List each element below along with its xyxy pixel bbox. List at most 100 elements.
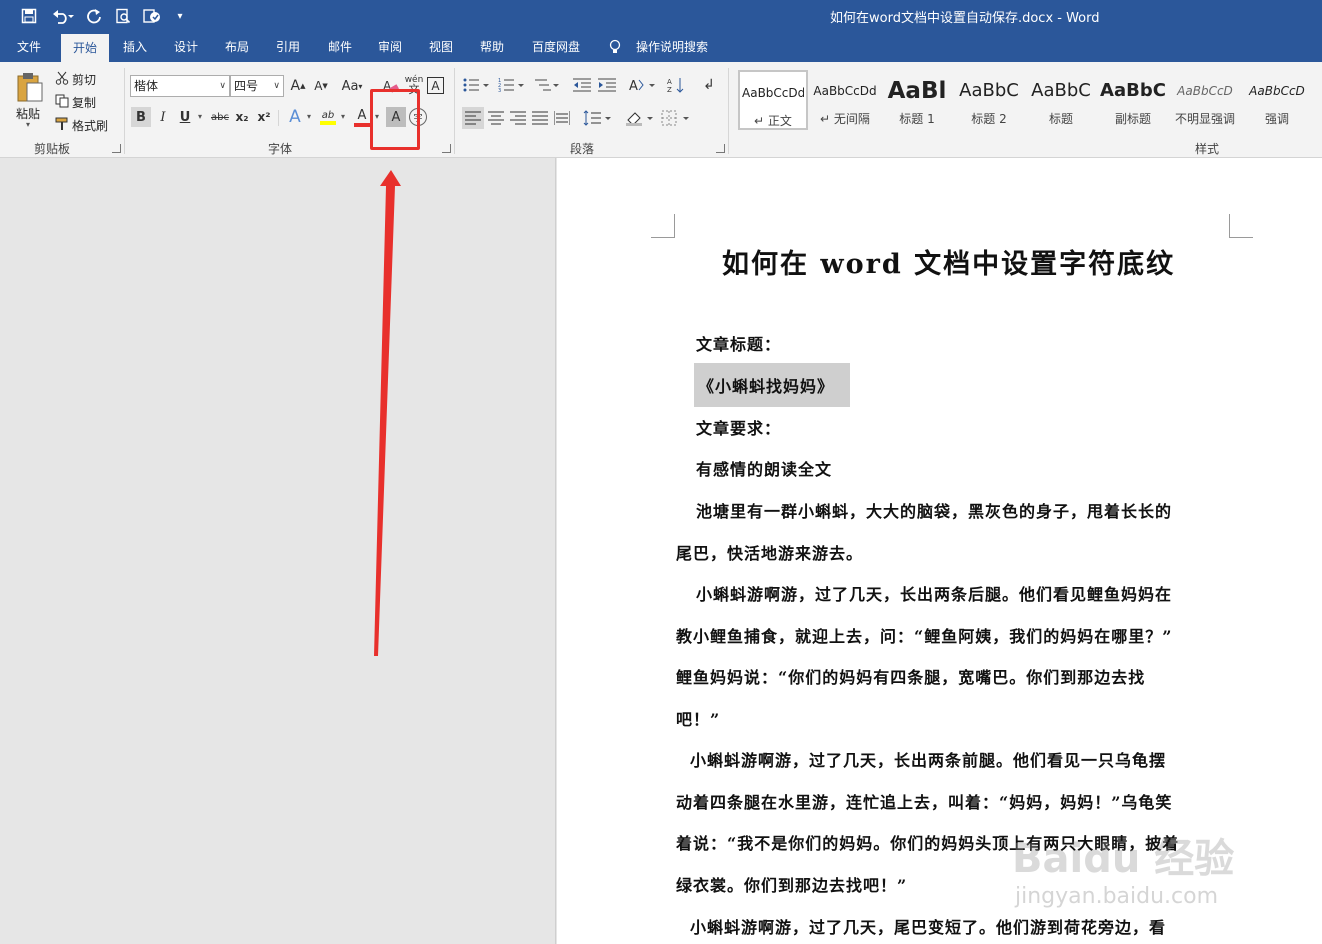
- cut-button[interactable]: 剪切: [72, 71, 96, 88]
- style-heading-1[interactable]: AaBl 标题 1: [882, 70, 952, 130]
- tab-view[interactable]: 视图: [419, 32, 463, 62]
- tab-design[interactable]: 设计: [164, 32, 208, 62]
- superscript-button[interactable]: x²: [255, 107, 273, 127]
- font-group-label: 字体: [268, 142, 293, 156]
- align-right-icon[interactable]: [507, 107, 529, 129]
- undo-icon[interactable]: [48, 4, 78, 28]
- line-spacing-icon[interactable]: [582, 107, 612, 129]
- font-name-combo[interactable]: 楷体 ∨: [130, 75, 230, 97]
- show-marks-icon[interactable]: ↲: [700, 75, 718, 95]
- format-painter-icon[interactable]: [54, 116, 70, 132]
- svg-text:3: 3: [498, 88, 501, 93]
- highlight-dropdown-icon[interactable]: ▾: [341, 112, 345, 121]
- watermark-url: jingyan.baidu.com: [1015, 884, 1219, 909]
- paste-icon[interactable]: [14, 70, 46, 104]
- chinese-layout-icon[interactable]: A: [628, 75, 656, 95]
- style-heading-2[interactable]: AaBbC 标题 2: [954, 70, 1024, 130]
- font-launcher-icon[interactable]: [442, 144, 451, 153]
- italic-button[interactable]: I: [154, 107, 172, 127]
- style-no-spacing[interactable]: AaBbCcDd ↵ 无间隔: [810, 70, 880, 130]
- group-divider: [278, 110, 279, 126]
- tab-home[interactable]: 开始: [61, 34, 109, 62]
- underline-button[interactable]: U: [176, 107, 194, 127]
- style-title[interactable]: AaBbC 标题: [1026, 70, 1096, 130]
- document-line: 小蝌蚪游啊游，过了几天，长出两条后腿。他们看见鲤鱼妈妈在: [696, 585, 1173, 604]
- character-border-button[interactable]: A: [427, 77, 444, 94]
- styles-gallery: AaBbCcDd ↵ 正文 AaBbCcDd ↵ 无间隔 AaBl 标题 1 A…: [736, 70, 1322, 132]
- margin-corner-mark: [651, 214, 675, 238]
- change-case-button[interactable]: Aa ▾: [339, 76, 365, 96]
- align-center-icon[interactable]: [485, 107, 507, 129]
- document-page[interactable]: 如何在 word 文档中设置字符底纹 文章标题： 《小蝌蚪找妈妈》 文章要求： …: [557, 158, 1322, 944]
- distribute-icon[interactable]: [551, 107, 573, 129]
- format-painter-button[interactable]: 格式刷: [72, 117, 108, 134]
- document-line: 有感情的朗读全文: [696, 460, 833, 479]
- tab-insert[interactable]: 插入: [113, 32, 157, 62]
- copy-button[interactable]: 复制: [72, 94, 96, 111]
- chevron-down-icon: ∨: [273, 81, 280, 91]
- chevron-down-icon: ∨: [219, 81, 226, 91]
- increase-indent-icon[interactable]: [597, 75, 617, 95]
- tab-file[interactable]: 文件: [6, 32, 52, 62]
- bullets-icon[interactable]: [462, 75, 490, 95]
- numbering-icon[interactable]: 123: [497, 75, 525, 95]
- paragraph-launcher-icon[interactable]: [716, 144, 725, 153]
- tell-me-search[interactable]: 操作说明搜索: [630, 32, 714, 62]
- font-size-combo[interactable]: 四号 ∨: [230, 75, 284, 97]
- subscript-button[interactable]: x₂: [233, 107, 251, 127]
- paste-dropdown-icon[interactable]: ▾: [26, 120, 30, 129]
- title-bar: ▾ 如何在word文档中设置自动保存.docx - Word: [0, 0, 1322, 32]
- shrink-font-button[interactable]: A ▼: [312, 76, 330, 96]
- text-effects-dropdown-icon[interactable]: ▾: [307, 112, 311, 121]
- bold-button[interactable]: B: [131, 107, 151, 127]
- document-heading: 如何在 word 文档中设置字符底纹: [722, 249, 1176, 280]
- document-line: 小蝌蚪游啊游，过了几天，尾巴变短了。他们游到荷花旁边，看: [690, 918, 1167, 937]
- copy-icon[interactable]: [54, 93, 70, 109]
- document-line: 文章要求：: [696, 419, 782, 438]
- lightbulb-icon[interactable]: [604, 32, 626, 62]
- align-left-icon[interactable]: [462, 107, 484, 129]
- strikethrough-button[interactable]: abc: [208, 107, 232, 127]
- paragraph-shading-icon[interactable]: [624, 107, 654, 129]
- document-line: 绿衣裳。你们到那边去找吧！”: [676, 876, 908, 895]
- tab-references[interactable]: 引用: [266, 32, 310, 62]
- underline-dropdown-icon[interactable]: ▾: [198, 112, 202, 121]
- tab-layout[interactable]: 布局: [215, 32, 259, 62]
- style-subtle-emphasis[interactable]: AaBbCcD 不明显强调: [1170, 70, 1240, 130]
- svg-text:A: A: [667, 78, 672, 86]
- style-emphasis[interactable]: AaBbCcD 强调: [1242, 70, 1312, 130]
- highlight-color-button[interactable]: ab: [318, 106, 338, 128]
- justify-icon[interactable]: [529, 107, 551, 129]
- borders-icon[interactable]: [660, 107, 690, 129]
- clipboard-launcher-icon[interactable]: [112, 144, 121, 153]
- tab-review[interactable]: 审阅: [368, 32, 412, 62]
- sort-icon[interactable]: AZ: [666, 75, 686, 95]
- print-preview-icon[interactable]: [112, 4, 134, 28]
- save-icon[interactable]: [18, 4, 40, 28]
- baidu-jingyan-watermark: Baidu 经验: [1012, 836, 1235, 882]
- multilevel-list-icon[interactable]: [532, 75, 560, 95]
- document-line: 教小鲤鱼捕食，就迎上去，问：“鲤鱼阿姨，我们的妈妈在哪里？”: [676, 627, 1173, 646]
- tab-mailings[interactable]: 邮件: [318, 32, 362, 62]
- shaded-title-line: 《小蝌蚪找妈妈》: [694, 363, 851, 407]
- touch-mode-icon[interactable]: [140, 4, 164, 28]
- grow-font-button[interactable]: A ▲: [289, 76, 307, 96]
- font-size-value: 四号: [234, 79, 259, 93]
- ribbon-tabs: 文件 开始 插入 设计 布局 引用 邮件 审阅 视图 帮助 百度网盘 操作说明搜…: [0, 32, 1322, 62]
- tab-help[interactable]: 帮助: [470, 32, 514, 62]
- clipboard-group-label: 剪贴板: [34, 142, 71, 156]
- redo-icon[interactable]: [84, 4, 104, 28]
- annotation-highlight-box: [370, 89, 420, 150]
- tab-baidu-netdisk[interactable]: 百度网盘: [524, 32, 588, 62]
- style-subtitle[interactable]: AaBbC 副标题: [1098, 70, 1168, 130]
- font-color-button[interactable]: A: [352, 106, 372, 128]
- svg-text:A: A: [629, 79, 638, 93]
- decrease-indent-icon[interactable]: [572, 75, 592, 95]
- styles-group-label: 样式: [1195, 142, 1220, 156]
- customize-toolbar-icon[interactable]: ▾: [172, 4, 188, 28]
- document-line: 小蝌蚪游啊游，过了几天，长出两条前腿。他们看见一只乌龟摆: [690, 751, 1167, 770]
- style-normal[interactable]: AaBbCcDd ↵ 正文: [738, 70, 808, 130]
- text-effects-button[interactable]: A: [285, 106, 305, 128]
- scissors-icon[interactable]: [54, 70, 70, 86]
- paragraph-group-label: 段落: [570, 142, 595, 156]
